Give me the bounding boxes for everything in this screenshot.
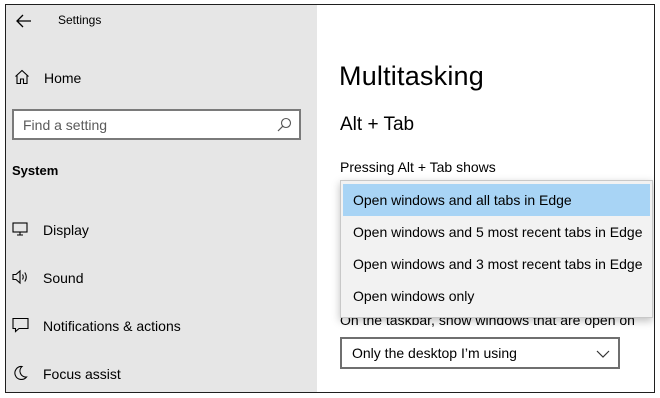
sound-icon: [12, 269, 30, 290]
section-heading: System: [12, 163, 59, 178]
focus-assist-icon: [12, 365, 28, 386]
back-button[interactable]: [10, 9, 38, 37]
sidebar-item-focus-assist[interactable]: Focus assist: [6, 355, 317, 391]
sidebar-item-notifications[interactable]: Notifications & actions: [6, 307, 317, 343]
alt-tab-heading: Alt + Tab: [340, 114, 415, 135]
dropdown-option[interactable]: Open windows and all tabs in Edge: [343, 184, 650, 216]
dropdown-option[interactable]: Open windows only: [343, 280, 650, 312]
home-nav-item[interactable]: Home: [6, 59, 317, 95]
sidebar-item-sound[interactable]: Sound: [6, 259, 317, 295]
search-box[interactable]: [12, 109, 301, 140]
search-input[interactable]: [14, 111, 274, 138]
display-icon: [12, 221, 28, 242]
taskbar-dropdown[interactable]: Only the desktop I’m using: [340, 337, 620, 369]
back-arrow-icon: [16, 14, 32, 33]
notifications-icon: [12, 317, 29, 338]
alt-tab-label: Pressing Alt + Tab shows: [340, 159, 496, 175]
chevron-down-icon: [596, 346, 610, 364]
alt-tab-dropdown-list[interactable]: Open windows and all tabs in Edge Open w…: [340, 180, 653, 318]
sidebar-item-label: Display: [43, 222, 89, 238]
search-icon[interactable]: [277, 117, 292, 137]
sidebar: Settings Home System: [6, 5, 317, 392]
main-content: Multitasking Alt + Tab Pressing Alt + Ta…: [317, 5, 654, 392]
home-label: Home: [44, 70, 82, 86]
home-icon: [14, 69, 30, 90]
sidebar-item-label: Focus assist: [43, 366, 121, 382]
taskbar-dropdown-value: Only the desktop I’m using: [352, 345, 517, 361]
page-title: Multitasking: [339, 61, 484, 91]
dropdown-option[interactable]: Open windows and 5 most recent tabs in E…: [343, 216, 650, 248]
sidebar-item-display[interactable]: Display: [6, 211, 317, 247]
settings-window: Settings Home System: [5, 4, 655, 393]
sidebar-item-label: Notifications & actions: [43, 318, 181, 334]
dropdown-option[interactable]: Open windows and 3 most recent tabs in E…: [343, 248, 650, 280]
app-title: Settings: [58, 13, 102, 27]
sidebar-item-label: Sound: [43, 270, 84, 286]
